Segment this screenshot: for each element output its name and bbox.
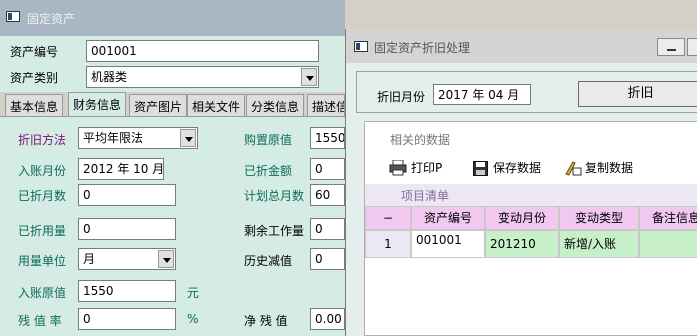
plan-months-field[interactable]: 60 bbox=[310, 184, 345, 206]
net-residual-field[interactable]: 0.00 bbox=[310, 308, 345, 330]
cell-remarks[interactable] bbox=[639, 230, 697, 258]
copy-icon bbox=[565, 161, 582, 176]
grid-header-collapse[interactable]: − bbox=[365, 206, 411, 230]
tab-description[interactable]: 描述信 bbox=[307, 94, 345, 116]
history-dep-field[interactable]: 0 bbox=[310, 248, 345, 270]
usage-unit-value: 月 bbox=[83, 252, 96, 266]
asset-category-select[interactable]: 机器类 bbox=[86, 66, 319, 88]
entry-value-label: 入账原值 bbox=[18, 286, 67, 300]
remaining-work-label: 剩余工作量 bbox=[244, 224, 305, 238]
asset-header: 资产编号 001001 资产类别 机器类 bbox=[0, 36, 345, 92]
entry-month-field[interactable]: 2012 年 10 月 bbox=[78, 158, 164, 180]
dep-month-field[interactable]: 2017 年 04 月 bbox=[433, 84, 531, 105]
usage-unit-label: 用量单位 bbox=[18, 254, 67, 268]
dep-months-label: 已折月数 bbox=[18, 189, 67, 203]
tab-related-files[interactable]: 相关文件 bbox=[187, 94, 246, 116]
cell-asset-no[interactable]: 001001 bbox=[411, 230, 485, 258]
dep-amount-field[interactable]: 0 bbox=[310, 158, 345, 180]
finance-panel: 折旧方法 平均年限法 入账月份 2012 年 10 月 已折月数 0 已折用量 … bbox=[0, 116, 345, 336]
dep-month-bar: 折旧月份 2017 年 04 月 折旧 bbox=[356, 71, 697, 113]
dep-amount-label: 已折金额 bbox=[244, 164, 293, 178]
dep-method-select[interactable]: 平均年限法 bbox=[78, 127, 198, 149]
dep-months-field[interactable]: 0 bbox=[78, 184, 176, 206]
depreciation-window-titlebar[interactable]: 固定资产折旧处理 bbox=[346, 29, 697, 63]
asset-no-field[interactable]: 001001 bbox=[86, 40, 319, 62]
asset-window-title: 固定资产 bbox=[27, 12, 76, 26]
maximize-button[interactable] bbox=[687, 38, 697, 56]
usage-unit-select[interactable]: 月 bbox=[78, 248, 176, 270]
chevron-down-icon[interactable] bbox=[301, 68, 317, 86]
depreciation-window: 固定资产折旧处理 折旧月份 2017 年 04 月 折旧 相关的数据 打印P 保… bbox=[345, 29, 697, 336]
entry-value-unit: 元 bbox=[187, 286, 200, 300]
tab-basic-info[interactable]: 基本信息 bbox=[5, 94, 64, 116]
residual-rate-unit: % bbox=[187, 312, 199, 326]
list-title-bar: 项目清单 bbox=[365, 184, 697, 206]
dep-method-label: 折旧方法 bbox=[18, 133, 67, 147]
cell-change-month[interactable]: 201210 bbox=[485, 230, 559, 258]
dep-usage-label: 已折用量 bbox=[18, 224, 67, 238]
residual-rate-field[interactable]: 0 bbox=[78, 308, 176, 330]
asset-window-titlebar[interactable]: 固定资产 bbox=[0, 0, 345, 36]
purchase-value-label: 购置原值 bbox=[244, 133, 293, 147]
save-icon bbox=[473, 161, 488, 176]
remaining-work-field[interactable]: 0 bbox=[310, 218, 345, 240]
net-residual-label: 净 残 值 bbox=[244, 314, 288, 328]
residual-rate-label: 残 值 率 bbox=[18, 314, 62, 328]
related-data-panel: 相关的数据 打印P 保存数据 复制数据 项目清单 − 资产编号 变动月份 变动类… bbox=[364, 121, 697, 336]
row-index: 1 bbox=[365, 230, 411, 258]
tab-finance-info[interactable]: 财务信息 bbox=[68, 92, 127, 117]
asset-category-value: 机器类 bbox=[91, 70, 128, 84]
asset-no-label: 资产编号 bbox=[10, 45, 59, 59]
tab-category-info[interactable]: 分类信息 bbox=[246, 94, 305, 116]
grid-header-change-type[interactable]: 变动类型 bbox=[559, 206, 639, 230]
window-icon bbox=[354, 41, 368, 52]
grid-header-asset-no[interactable]: 资产编号 bbox=[411, 206, 485, 230]
related-data-label: 相关的数据 bbox=[390, 133, 451, 147]
history-dep-label: 历史减值 bbox=[244, 254, 293, 268]
printer-icon bbox=[389, 160, 407, 176]
purchase-value-field[interactable]: 1550 bbox=[310, 127, 345, 149]
tab-asset-images[interactable]: 资产图片 bbox=[129, 94, 188, 116]
entry-month-label: 入账月份 bbox=[18, 164, 67, 178]
grid-header-remarks[interactable]: 备注信息 bbox=[639, 206, 697, 230]
table-row[interactable]: 1 001001 201210 新增/入账 bbox=[365, 230, 697, 258]
minimize-icon bbox=[667, 49, 676, 51]
depreciation-body: 折旧月份 2017 年 04 月 折旧 相关的数据 打印P 保存数据 复制数据 … bbox=[346, 63, 697, 336]
dep-usage-field[interactable]: 0 bbox=[78, 218, 176, 240]
chevron-down-icon[interactable] bbox=[180, 129, 196, 147]
entry-value-field[interactable]: 1550 bbox=[78, 280, 176, 302]
save-data-button[interactable]: 保存数据 bbox=[473, 156, 541, 180]
plan-months-label: 计划总月数 bbox=[244, 189, 305, 203]
list-title: 项目清单 bbox=[401, 189, 450, 203]
cell-change-type[interactable]: 新增/入账 bbox=[559, 230, 639, 258]
depreciate-button[interactable]: 折旧 bbox=[578, 81, 697, 107]
minimize-button[interactable] bbox=[657, 38, 685, 56]
dep-month-label: 折旧月份 bbox=[377, 90, 426, 104]
print-button[interactable]: 打印P bbox=[389, 156, 442, 180]
asset-window: 固定资产 资产编号 001001 资产类别 机器类 基本信息 财务信息 资产图片… bbox=[0, 0, 345, 336]
chevron-down-icon[interactable] bbox=[158, 250, 174, 268]
grid-header-change-month[interactable]: 变动月份 bbox=[485, 206, 559, 230]
dep-method-value: 平均年限法 bbox=[83, 131, 144, 145]
window-icon bbox=[6, 11, 20, 22]
depreciation-window-title: 固定资产折旧处理 bbox=[374, 41, 471, 55]
copy-data-button[interactable]: 复制数据 bbox=[564, 156, 633, 180]
asset-category-label: 资产类别 bbox=[10, 71, 59, 85]
